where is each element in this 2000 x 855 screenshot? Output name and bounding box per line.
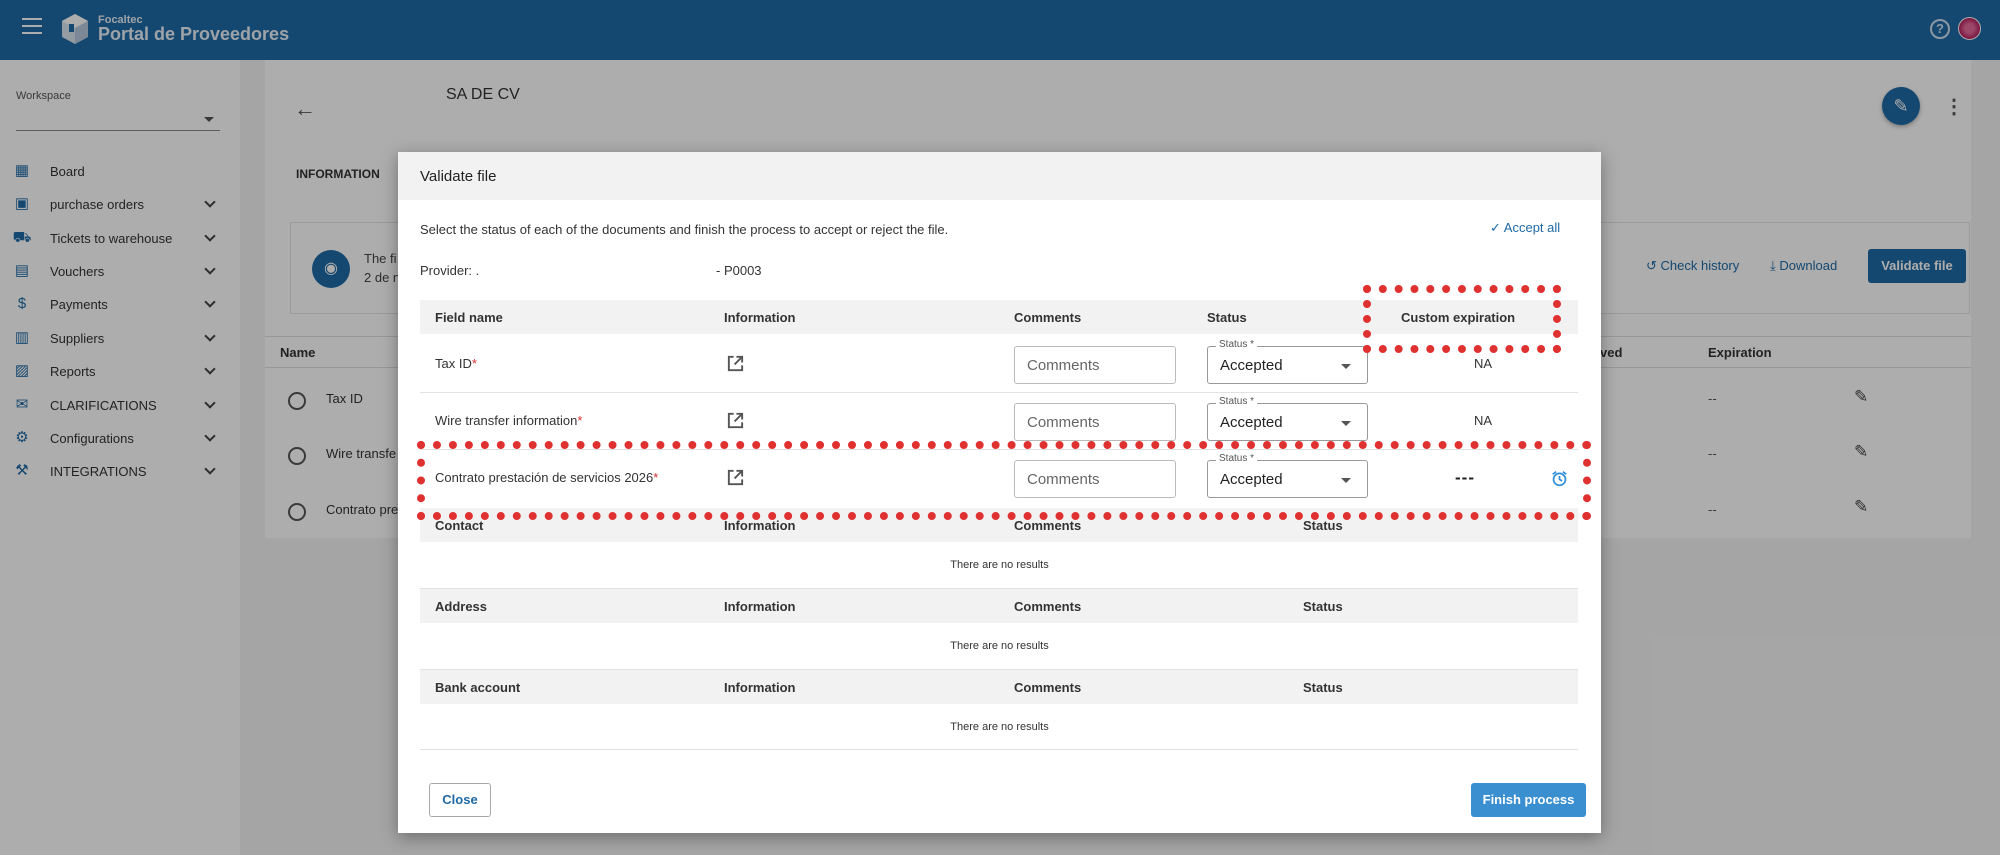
- field-label-wire-transfer: Wire transfer information*: [435, 413, 583, 428]
- column-header-status: Status: [1303, 518, 1343, 533]
- empty-state-text: There are no results: [950, 559, 1049, 571]
- column-header-information: Information: [724, 680, 796, 695]
- custom-expiration-value: NA: [1474, 413, 1493, 428]
- custom-expiration-value: NA: [1474, 356, 1493, 371]
- address-table-header: [420, 589, 1578, 623]
- column-header-status: Status: [1303, 599, 1343, 614]
- status-value: Accepted: [1220, 357, 1283, 374]
- column-header-bank-account: Bank account: [435, 680, 521, 695]
- custom-expiration-highlight: [1363, 285, 1561, 353]
- column-header-comments: Comments: [1014, 599, 1082, 614]
- dialog-instructions: Select the status of each of the documen…: [420, 222, 949, 237]
- dialog-header: Validate file: [398, 152, 1601, 200]
- row-divider: [420, 749, 1578, 750]
- field-label-tax-id: Tax ID*: [435, 356, 477, 371]
- check-icon: ✓: [1490, 220, 1504, 235]
- column-header-field-name: Field name: [435, 310, 503, 325]
- finish-process-button[interactable]: Finish process: [1471, 783, 1586, 817]
- caret-down-icon: [1341, 364, 1351, 369]
- column-header-address: Address: [435, 599, 488, 614]
- column-header-comments: Comments: [1014, 680, 1082, 695]
- status-value: Accepted: [1220, 414, 1283, 431]
- status-select[interactable]: Status * Accepted: [1207, 339, 1368, 384]
- status-select[interactable]: Status * Accepted: [1207, 396, 1368, 441]
- caret-down-icon: [1341, 421, 1351, 426]
- contract-row-highlight: [417, 441, 1591, 520]
- close-button[interactable]: Close: [429, 783, 491, 817]
- column-header-information: Information: [724, 518, 796, 533]
- accept-all-button[interactable]: ✓ Accept all: [1490, 220, 1560, 236]
- status-legend: Status *: [1216, 339, 1258, 350]
- status-legend: Status *: [1216, 396, 1258, 407]
- provider-label: Provider: .: [420, 263, 480, 278]
- column-header-status: Status: [1303, 680, 1343, 695]
- column-header-contact: Contact: [435, 518, 484, 533]
- bank-account-table-header: [420, 670, 1578, 704]
- column-header-information: Information: [724, 310, 796, 325]
- comments-input[interactable]: [1014, 403, 1176, 441]
- row-divider: [420, 392, 1578, 393]
- column-header-comments: Comments: [1014, 310, 1082, 325]
- open-in-new-icon[interactable]: [726, 411, 745, 430]
- column-header-status: Status: [1207, 310, 1247, 325]
- provider-code: - P0003: [716, 263, 762, 278]
- open-in-new-icon[interactable]: [726, 354, 745, 373]
- empty-state-text: There are no results: [950, 640, 1049, 652]
- dialog-title: Validate file: [420, 168, 497, 185]
- empty-state-text: There are no results: [950, 721, 1049, 733]
- column-header-information: Information: [724, 599, 796, 614]
- column-header-comments: Comments: [1014, 518, 1082, 533]
- comments-input[interactable]: [1014, 346, 1176, 384]
